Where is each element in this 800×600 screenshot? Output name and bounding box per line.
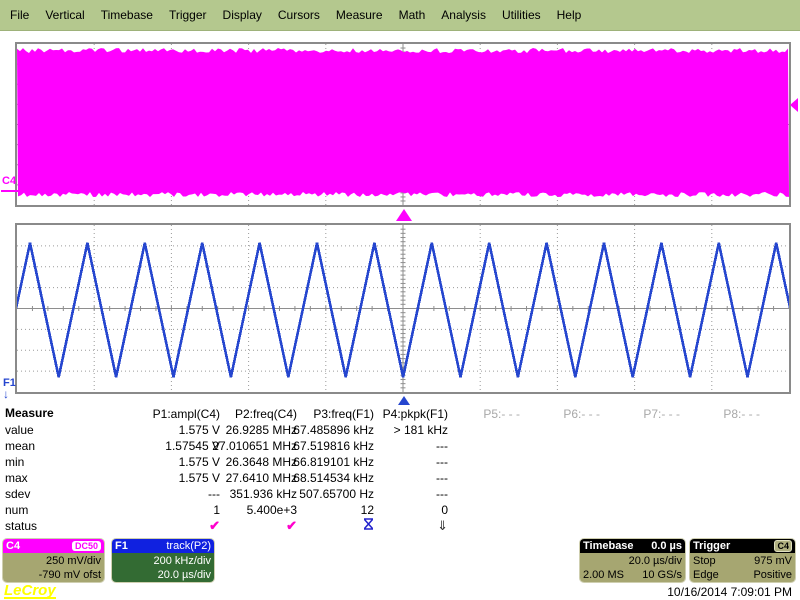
timebase-box-header: Timebase 0.0 µs xyxy=(580,539,685,553)
waveform-grid-f1[interactable] xyxy=(15,223,791,394)
menu-item-analysis[interactable]: Analysis xyxy=(433,8,494,22)
measure-title: Measure xyxy=(5,406,54,420)
clock-timestamp: 10/16/2014 7:09:01 PM xyxy=(667,585,792,599)
f1-box-header: F1 track(P2) xyxy=(112,539,214,553)
c4-offset: -790 mV ofst xyxy=(39,568,101,582)
timebase-sample-rate: 10 GS/s xyxy=(642,568,682,582)
timebase-offset: 0.0 µs xyxy=(651,540,682,552)
waveform-grid-c4[interactable] xyxy=(15,42,791,207)
measure-row-label: sdev xyxy=(5,486,30,502)
timebase-box-title: Timebase xyxy=(583,540,634,552)
measure-column-p8: P8:- - - xyxy=(640,406,760,538)
timebase-samples: 2.00 MS xyxy=(583,568,624,582)
menu-item-trigger[interactable]: Trigger xyxy=(161,8,215,22)
menu-item-measure[interactable]: Measure xyxy=(328,8,391,22)
trigger-type: Edge xyxy=(693,568,719,582)
c4-waveform xyxy=(17,44,789,205)
trigger-box-header: Trigger C4 xyxy=(690,539,795,553)
menu-item-file[interactable]: File xyxy=(2,8,37,22)
menu-item-cursors[interactable]: Cursors xyxy=(270,8,328,22)
f1-function-mode: track(P2) xyxy=(166,540,211,552)
trigger-level: 975 mV xyxy=(754,554,792,568)
menu-item-vertical[interactable]: Vertical xyxy=(37,8,92,22)
menu-item-timebase[interactable]: Timebase xyxy=(93,8,161,22)
trigger-mode: Stop xyxy=(693,554,716,568)
c4-box-body: 250 mV/div -790 mV ofst xyxy=(3,553,104,583)
f1-box-body: 200 kHz/div 20.0 µs/div xyxy=(112,553,214,583)
menu-bar: FileVerticalTimebaseTriggerDisplayCursor… xyxy=(0,0,800,31)
c4-volts-per-div: 250 mV/div xyxy=(46,554,101,568)
trigger-descriptor-box[interactable]: Trigger C4 Stop 975 mV Edge Positive xyxy=(689,538,796,583)
c4-ground-marker[interactable] xyxy=(1,190,19,192)
measure-row-label: num xyxy=(5,502,28,518)
timebase-scale: 20.0 µs/div xyxy=(629,554,682,568)
measure-row-label: mean xyxy=(5,438,35,454)
c4-coupling-badge: DC50 xyxy=(72,541,101,551)
c4-box-title: C4 xyxy=(6,540,20,552)
trigger-box-title: Trigger xyxy=(693,540,730,552)
f1-offset-arrow-icon: ↓ xyxy=(3,388,9,400)
trigger-source-badge: C4 xyxy=(774,540,792,552)
f1-units-per-div: 200 kHz/div xyxy=(154,554,211,568)
measure-row-label: value xyxy=(5,422,34,438)
trigger-slope: Positive xyxy=(753,568,792,582)
lecroy-logo: LeCroy xyxy=(4,584,56,599)
channel-label-c4[interactable]: C4 xyxy=(2,175,16,187)
menu-item-help[interactable]: Help xyxy=(549,8,590,22)
timebase-box-body: 20.0 µs/div 2.00 MS 10 GS/s xyxy=(580,553,685,583)
menu-item-math[interactable]: Math xyxy=(391,8,434,22)
measure-row-label: min xyxy=(5,454,24,470)
trigger-time-marker-icon[interactable] xyxy=(396,209,412,221)
measure-row-label: max xyxy=(5,470,28,486)
measure-row-label: status xyxy=(5,518,37,534)
menu-item-utilities[interactable]: Utilities xyxy=(494,8,549,22)
c4-descriptor-box[interactable]: C4 DC50 250 mV/div -790 mV ofst xyxy=(2,538,105,583)
menu-item-display[interactable]: Display xyxy=(215,8,270,22)
trigger-level-marker-icon[interactable] xyxy=(790,98,798,112)
f1-box-title: F1 xyxy=(115,540,128,552)
c4-box-header: C4 DC50 xyxy=(3,539,104,553)
trigger-box-body: Stop 975 mV Edge Positive xyxy=(690,553,795,583)
measure-col-header: P8:- - - xyxy=(640,406,760,422)
f1-descriptor-box[interactable]: F1 track(P2) 200 kHz/div 20.0 µs/div xyxy=(111,538,215,583)
f1-waveform xyxy=(17,225,789,392)
timebase-descriptor-box[interactable]: Timebase 0.0 µs 20.0 µs/div 2.00 MS 10 G… xyxy=(579,538,686,583)
f1-time-per-div: 20.0 µs/div xyxy=(158,568,211,582)
f1-position-marker-icon[interactable] xyxy=(398,396,410,405)
